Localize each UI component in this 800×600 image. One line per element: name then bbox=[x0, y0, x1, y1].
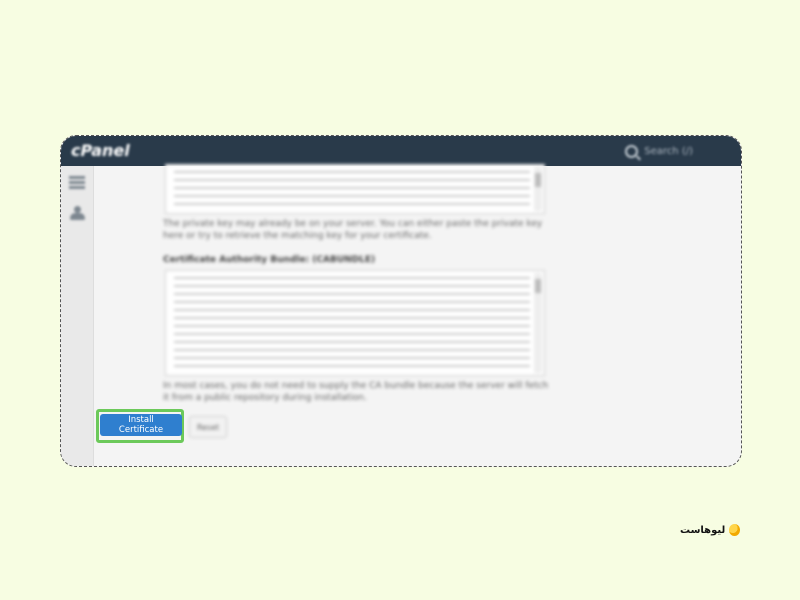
brand-name: لیوهاست bbox=[680, 524, 726, 536]
cpanel-logo[interactable]: cPanel bbox=[71, 141, 130, 160]
top-navigation-bar: cPanel Search (/) bbox=[61, 136, 741, 166]
users-icon[interactable] bbox=[69, 206, 85, 220]
cabundle-label: Certificate Authority Bundle: (CABUNDLE) bbox=[163, 255, 376, 265]
brand-watermark: لیوهاست bbox=[680, 520, 740, 540]
install-certificate-button[interactable]: Install Certificate bbox=[100, 414, 182, 436]
search-icon bbox=[625, 145, 639, 158]
private-key-scrollbar[interactable] bbox=[534, 167, 542, 211]
cabundle-scrollbar[interactable] bbox=[534, 273, 542, 373]
cabundle-textarea[interactable] bbox=[165, 270, 545, 376]
grid-icon[interactable] bbox=[69, 176, 85, 190]
search-placeholder: Search (/) bbox=[644, 146, 693, 157]
brand-logo-icon bbox=[729, 524, 740, 536]
cabundle-help-text: In most cases, you do not need to supply… bbox=[163, 381, 549, 403]
private-key-help-text: The private key may already be on your s… bbox=[163, 219, 543, 241]
sidebar bbox=[61, 166, 94, 466]
search-box[interactable]: Search (/) bbox=[625, 145, 693, 158]
private-key-textarea[interactable] bbox=[165, 164, 545, 214]
reset-button[interactable]: Reset bbox=[189, 416, 227, 438]
